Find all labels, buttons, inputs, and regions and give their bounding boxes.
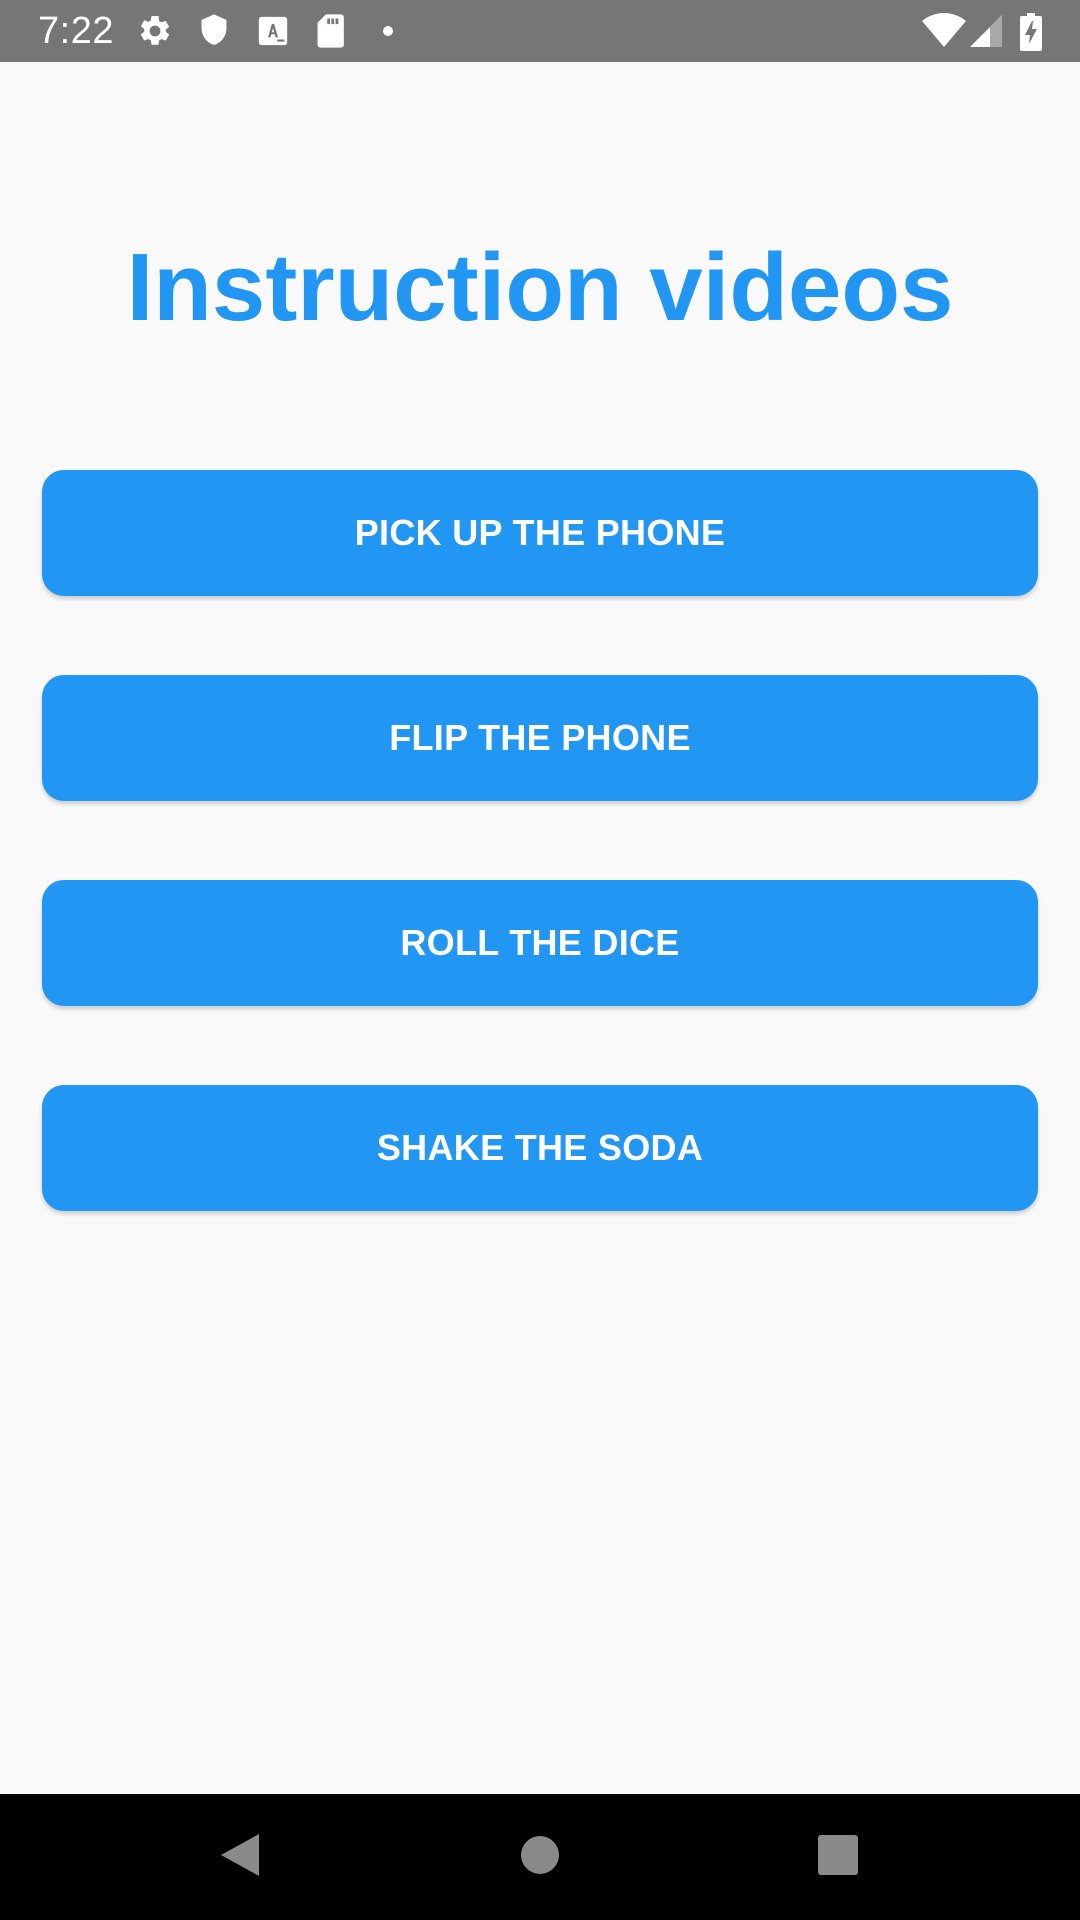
wifi-icon	[922, 13, 966, 49]
status-time: 7:22	[38, 10, 114, 52]
status-bar: 7:22	[0, 0, 1080, 62]
shield-icon	[197, 13, 231, 49]
home-icon	[520, 1835, 560, 1880]
gear-icon	[137, 13, 173, 49]
recents-button[interactable]	[775, 1794, 901, 1920]
home-button[interactable]	[477, 1794, 603, 1920]
sd-card-icon	[314, 13, 346, 49]
pick-up-the-phone-button[interactable]: PICK UP THE PHONE	[42, 470, 1038, 596]
recents-icon	[818, 1834, 858, 1880]
battery-charging-icon	[1019, 13, 1043, 51]
dot-icon	[382, 25, 394, 61]
back-button[interactable]	[177, 1794, 303, 1920]
roll-the-dice-button[interactable]: ROLL THE DICE	[42, 880, 1038, 1006]
navigation-bar	[0, 1794, 1080, 1920]
back-icon	[219, 1832, 261, 1883]
font-download-icon	[256, 13, 290, 49]
cell-signal-icon	[968, 13, 1004, 49]
flip-the-phone-button[interactable]: FLIP THE PHONE	[42, 675, 1038, 801]
instruction-button-list: PICK UP THE PHONE FLIP THE PHONE ROLL TH…	[42, 470, 1038, 1290]
page-title: Instruction videos	[126, 234, 954, 341]
shake-the-soda-button[interactable]: SHAKE THE SODA	[42, 1085, 1038, 1211]
